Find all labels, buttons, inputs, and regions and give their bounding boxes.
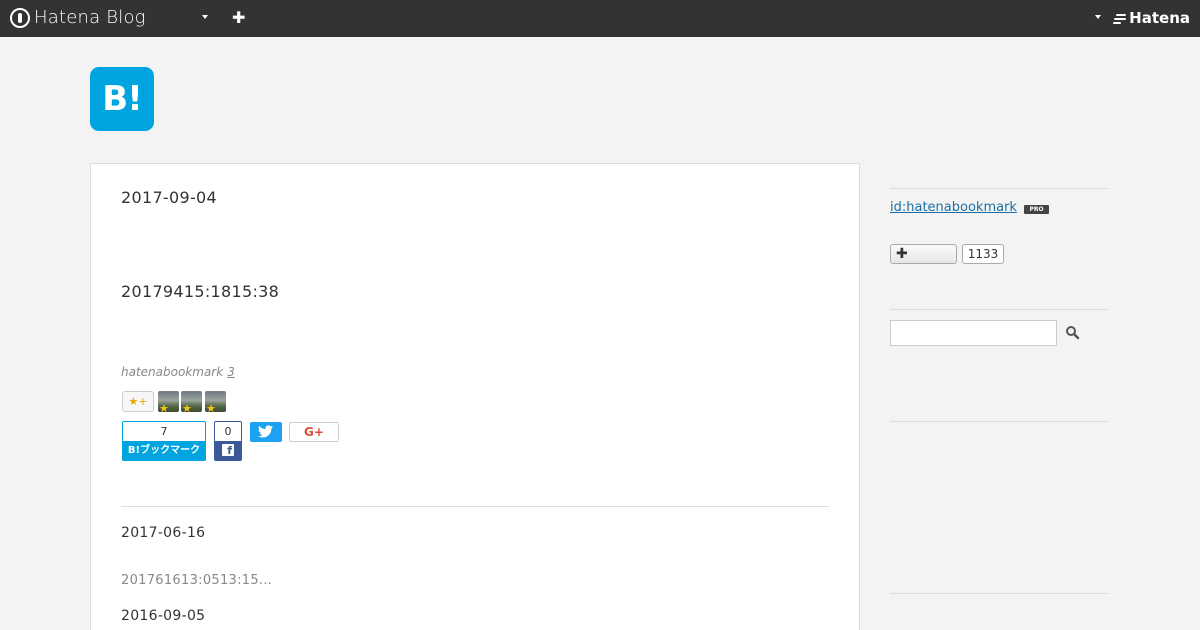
entry-author[interactable]: hatenabookmark xyxy=(121,365,223,379)
entry-author-line: hatenabookmark 3 xyxy=(121,365,235,379)
add-star-button[interactable]: ★+ xyxy=(122,391,154,412)
profile-id-link[interactable]: id:hatenabookmark xyxy=(890,200,1017,215)
main-content: 2017-09-04 20179415:1815:38 hatenabookma… xyxy=(90,163,860,630)
hatena-brand-icon xyxy=(1113,13,1127,24)
user-menu-caret-icon[interactable] xyxy=(1095,15,1101,19)
blog-icon[interactable]: B! xyxy=(90,67,154,131)
google-plus-share-button[interactable]: G+ xyxy=(289,422,339,442)
facebook-share-button[interactable]: 0 f xyxy=(214,421,242,461)
hatena-bookmark-count: 7 xyxy=(160,425,168,438)
hatena-blog-logo[interactable]: Hatena Blog xyxy=(10,7,146,28)
entry-title[interactable]: 20179415:1815:38 xyxy=(121,282,279,301)
entry-date[interactable]: 2017-09-04 xyxy=(121,188,217,207)
hatena-blog-logo-icon xyxy=(10,7,30,28)
search-button[interactable] xyxy=(1064,324,1082,342)
hatena-blog-logo-text: Hatena Blog xyxy=(34,7,146,28)
archive-entry-excerpt[interactable]: 201761613:0513:15... xyxy=(121,573,272,588)
sidebar-divider xyxy=(890,421,1109,422)
facebook-icon: f xyxy=(215,441,241,460)
subscriber-count[interactable]: 1133 xyxy=(962,244,1004,264)
sidebar-divider xyxy=(890,593,1109,594)
facebook-share-count: 0 xyxy=(224,425,232,438)
star-user-avatar[interactable] xyxy=(158,391,179,412)
entry-comment-count[interactable]: 3 xyxy=(227,365,235,379)
subscribe-plus-icon: ✚ xyxy=(896,246,908,262)
subscribe-button[interactable]: ✚ xyxy=(890,244,957,264)
hatena-brand-text: Hatena xyxy=(1129,9,1190,27)
sidebar-divider xyxy=(890,188,1109,189)
hatena-bookmark-label: B!ブックマーク xyxy=(123,441,205,460)
search-icon xyxy=(1066,326,1080,340)
archive-entry-date[interactable]: 2016-09-05 xyxy=(121,608,205,624)
global-header: Hatena Blog ✚ Hatena xyxy=(0,0,1200,37)
pro-badge: PRO xyxy=(1024,205,1049,214)
hatena-brand-link[interactable]: Hatena xyxy=(1113,9,1190,27)
star-user-avatar[interactable] xyxy=(205,391,226,412)
facebook-icon-letter: f xyxy=(222,444,234,457)
star-user-avatar[interactable] xyxy=(181,391,202,412)
twitter-share-button[interactable] xyxy=(250,422,282,442)
entry-divider xyxy=(121,506,829,507)
blog-icon-text: B! xyxy=(102,79,142,119)
hatena-bookmark-button[interactable]: 7 B!ブックマーク xyxy=(122,421,206,461)
new-entry-plus-icon[interactable]: ✚ xyxy=(232,9,245,27)
sidebar-divider xyxy=(890,309,1109,310)
blog-menu-caret-icon[interactable] xyxy=(202,15,208,19)
twitter-bird-icon xyxy=(258,425,273,438)
search-input[interactable] xyxy=(890,320,1057,346)
archive-entry-date[interactable]: 2017-06-16 xyxy=(121,525,205,541)
